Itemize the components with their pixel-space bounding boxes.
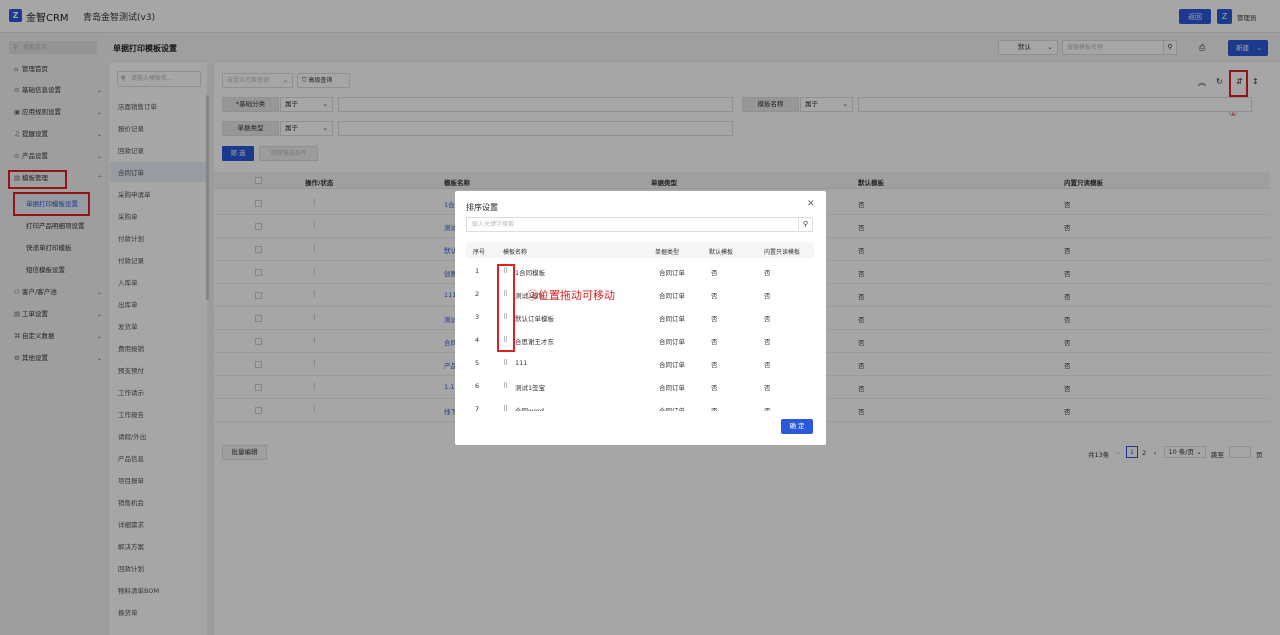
modal-row-readonly: 否 bbox=[764, 315, 771, 323]
modal-row-readonly: 否 bbox=[764, 338, 771, 346]
modal-row-type: 合同订单 bbox=[659, 407, 685, 411]
modal-row-no: 4 bbox=[475, 336, 480, 344]
modal-row-default: 否 bbox=[711, 269, 718, 277]
modal-row-type: 合同订单 bbox=[659, 315, 685, 323]
confirm-button[interactable]: 确 定 bbox=[781, 419, 813, 434]
modal-row-type: 合同订单 bbox=[659, 361, 685, 369]
modal-row-no: 6 bbox=[475, 382, 480, 390]
annotation-box-drag-handles bbox=[497, 264, 515, 352]
modal-col-no: 序号 bbox=[473, 249, 486, 256]
modal-row-name: 合同word bbox=[515, 407, 544, 411]
modal-row-name: 测试1签宝 bbox=[515, 384, 546, 392]
modal-col-default: 默认模板 bbox=[709, 249, 734, 256]
modal-row-default: 否 bbox=[711, 338, 718, 346]
modal-table-body[interactable]: 1 ⠿ 1合同模板 合同订单否否 2 ⠿ 测试1模板 合同订单否否 3 ⠿ 默认订单模板 合同订单否否… bbox=[466, 258, 814, 411]
modal-row-type: 合同订单 bbox=[659, 384, 685, 392]
modal-row-no: 7 bbox=[475, 405, 480, 411]
modal-col-name: 模板名称 bbox=[503, 249, 528, 256]
modal-row-no: 5 bbox=[475, 359, 480, 367]
search-icon[interactable]: ⚲ bbox=[798, 217, 813, 232]
close-icon[interactable]: ✕ bbox=[807, 199, 815, 209]
modal-row-default: 否 bbox=[711, 292, 718, 300]
modal-search-input[interactable]: 输入关键字搜索 bbox=[466, 217, 799, 232]
modal-row-name: 合思谢王才东 bbox=[515, 338, 554, 346]
modal-row-default: 否 bbox=[711, 384, 718, 392]
drag-handle-icon[interactable]: ⠿ bbox=[503, 359, 508, 367]
modal-row-name: 默认订单模板 bbox=[515, 315, 554, 323]
modal-row-default: 否 bbox=[711, 315, 718, 323]
modal-row-no: 2 bbox=[475, 290, 480, 298]
drag-handle-icon[interactable]: ⠿ bbox=[503, 382, 508, 390]
modal-row-name: 1合同模板 bbox=[515, 269, 546, 277]
modal-row-readonly: 否 bbox=[764, 361, 771, 369]
modal-row-name: 111 bbox=[515, 359, 528, 367]
modal-row-type: 合同订单 bbox=[659, 269, 685, 277]
modal-row-no: 1 bbox=[475, 267, 480, 275]
modal-row-default: 否 bbox=[711, 361, 718, 369]
modal-row-type: 合同订单 bbox=[659, 292, 685, 300]
modal-row-type: 合同订单 bbox=[659, 338, 685, 346]
modal-row-readonly: 否 bbox=[764, 407, 771, 411]
modal-row-readonly: 否 bbox=[764, 384, 771, 392]
modal-col-type: 单据类型 bbox=[655, 249, 680, 256]
modal-row-no: 3 bbox=[475, 313, 480, 321]
modal-col-readonly: 内置只读模板 bbox=[764, 249, 801, 256]
drag-handle-icon[interactable]: ⠿ bbox=[503, 405, 508, 411]
modal-row-readonly: 否 bbox=[764, 269, 771, 277]
modal-title: 排序设置 bbox=[466, 203, 498, 212]
annotation-marker-2: ②位置拖动可移动 bbox=[527, 289, 615, 302]
modal-row-default: 否 bbox=[711, 407, 718, 411]
modal-row-readonly: 否 bbox=[764, 292, 771, 300]
